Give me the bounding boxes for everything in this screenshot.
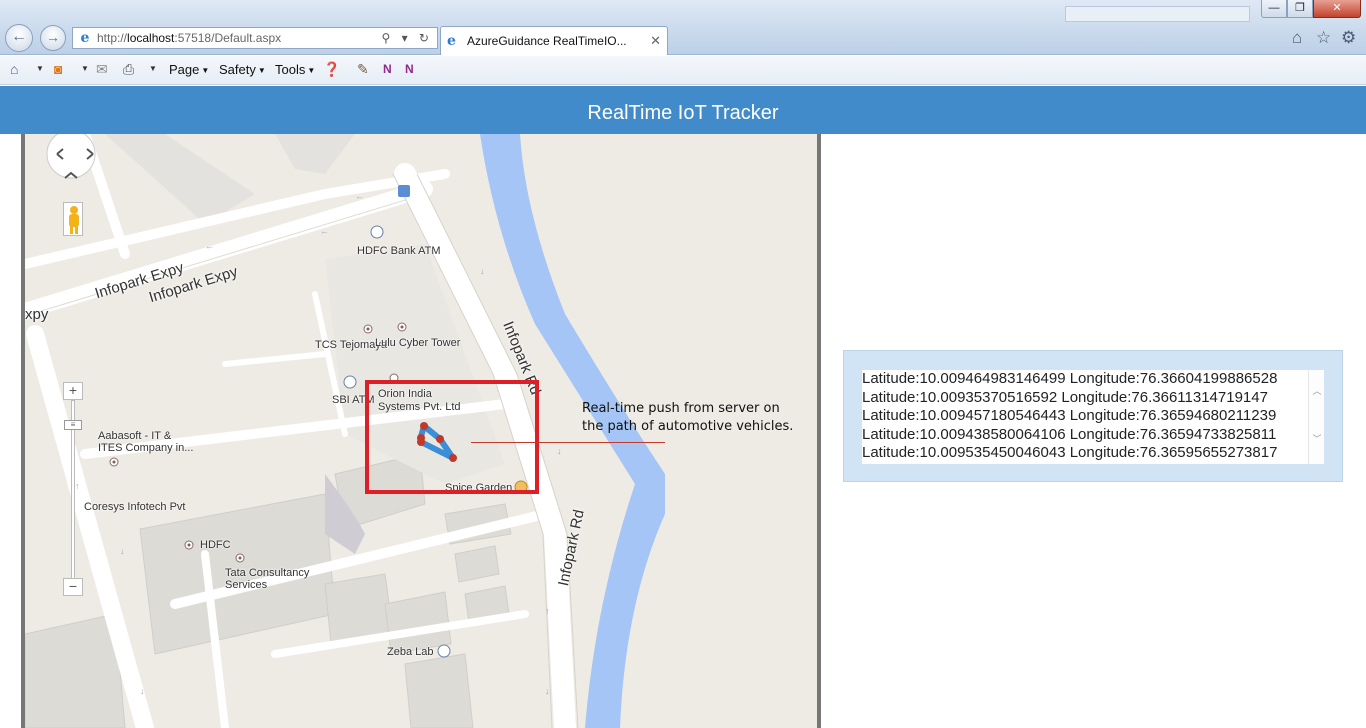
address-tools[interactable]: ⚲ ▾ ↻	[381, 28, 433, 48]
road-label: xpy	[25, 306, 49, 323]
page-header: RealTime IoT Tracker	[0, 86, 1366, 134]
url-protocol: http://	[97, 31, 128, 45]
pegman-icon	[69, 206, 79, 234]
page-title: RealTime IoT Tracker	[587, 102, 779, 124]
svg-text:↓: ↓	[545, 686, 550, 696]
zoom-in-button[interactable]: +	[63, 382, 83, 400]
ie-tab-icon: e	[447, 33, 456, 49]
map-view[interactable]: ← ← ← ↓ ↓ ↑ ↑ ↓ ↓ ↓ Infopark Expy Infopa…	[21, 134, 821, 728]
tab-close-button[interactable]: ✕	[650, 27, 661, 55]
research-icon[interactable]: ✎	[357, 60, 369, 78]
scroll-up-icon[interactable]: ︿	[1309, 384, 1324, 398]
poi-label: HDFC	[200, 539, 231, 551]
poi-label: Tata Consultancy Services	[225, 567, 310, 591]
menu-safety-label: Safety	[219, 62, 256, 77]
coordinate-row[interactable]: Latitude:10.009438580064106 Longitude:76…	[862, 426, 1324, 445]
coordinate-row[interactable]: Latitude:10.009464983146499 Longitude:76…	[862, 370, 1324, 389]
coordinate-row[interactable]: Latitude:10.009457180546443 Longitude:76…	[862, 407, 1324, 426]
onenote-icon[interactable]: N	[383, 60, 392, 78]
poi-label: Aabasoft - IT & ITES Company in...	[98, 430, 194, 454]
ie-logo-icon: e	[80, 30, 90, 46]
poi-label: HDFC Bank ATM	[357, 245, 441, 257]
favorites-star-icon[interactable]: ☆	[1316, 29, 1331, 47]
browser-titlebar: — ❐ ✕ ← → e http://localhost:57518/Defau…	[0, 0, 1366, 55]
pan-control[interactable]	[45, 134, 97, 182]
minimize-button[interactable]: —	[1261, 0, 1287, 18]
svg-text:↓: ↓	[120, 546, 125, 556]
street-view-pegman[interactable]	[63, 202, 83, 236]
svg-text:←: ←	[355, 191, 364, 201]
scroll-down-icon[interactable]: ﹀	[1309, 432, 1324, 446]
parking-lots	[105, 134, 355, 224]
home-icon[interactable]: ⌂	[10, 60, 18, 78]
print-icon[interactable]: ⎙	[123, 60, 134, 78]
command-bar: ⌂ ▼ ◙ ▼ ✉ ⎙ ▼ Page ▼ Safety ▼ Tools ▼ ❓ ✎ N…	[0, 56, 1366, 85]
coordinates-panel: Latitude:10.009464983146499 Longitude:76…	[843, 350, 1343, 482]
poi-label: Coresys Infotech Pvt	[84, 501, 186, 513]
menu-tools[interactable]: Tools ▼	[275, 62, 315, 77]
svg-text:↑: ↑	[545, 606, 550, 616]
home-dropdown-arrow[interactable]: ▼	[36, 64, 44, 73]
callout-line	[471, 442, 665, 443]
mail-icon[interactable]: ✉	[96, 60, 108, 78]
close-window-button[interactable]: ✕	[1313, 0, 1361, 18]
gear-icon[interactable]: ⚙	[1341, 29, 1356, 47]
arrow-left-icon: ←	[11, 28, 27, 45]
url-host: localhost	[127, 31, 175, 45]
menu-page[interactable]: Page ▼	[169, 62, 209, 77]
forward-button[interactable]: →	[40, 25, 66, 51]
address-bar[interactable]: e http://localhost:57518/Default.aspx ⚲ …	[72, 27, 438, 49]
menu-page-label: Page	[169, 62, 200, 77]
help-icon[interactable]: ❓	[323, 60, 340, 78]
svg-text:↓: ↓	[140, 686, 145, 696]
zoom-out-button[interactable]: −	[63, 578, 83, 596]
back-button[interactable]: ←	[5, 24, 33, 52]
highlight-box	[365, 380, 539, 494]
tab-title: AzureGuidance RealTimeIO...	[467, 34, 627, 48]
coordinates-scrollbar[interactable]: ︿ ﹀	[1308, 370, 1324, 464]
svg-text:←: ←	[320, 226, 329, 236]
browser-tab[interactable]: e AzureGuidance RealTimeIO... ✕	[440, 26, 668, 55]
zoom-control: + ≡ −	[63, 382, 83, 602]
menu-tools-label: Tools	[275, 62, 306, 77]
svg-text:↓: ↓	[557, 446, 562, 456]
home-icon[interactable]: ⌂	[1292, 29, 1302, 47]
address-url[interactable]: http://localhost:57518/Default.aspx	[97, 28, 281, 48]
svg-text:↓: ↓	[480, 266, 485, 276]
print-dropdown-arrow[interactable]: ▼	[149, 64, 157, 73]
feeds-dropdown-arrow[interactable]: ▼	[81, 64, 89, 73]
coordinates-listbox[interactable]: Latitude:10.009464983146499 Longitude:76…	[862, 370, 1324, 464]
zoom-slider-thumb[interactable]: ≡	[64, 420, 82, 430]
maximize-button[interactable]: ❐	[1287, 0, 1313, 18]
menu-safety[interactable]: Safety ▼	[219, 62, 266, 77]
coordinate-row[interactable]: Latitude:10.00935370516592 Longitude:76.…	[862, 389, 1324, 408]
callout-text: Real-time push from server on the path o…	[582, 401, 794, 434]
coordinate-row[interactable]: Latitude:10.009535450046043 Longitude:76…	[862, 444, 1324, 463]
pan-control-icon	[46, 134, 96, 179]
poi-label: Zeba Lab	[387, 646, 434, 658]
svg-text:←: ←	[205, 241, 214, 251]
arrow-right-icon: →	[46, 29, 60, 45]
windows-search-box[interactable]	[1065, 6, 1250, 22]
feeds-icon[interactable]: ◙	[54, 60, 62, 78]
poi-label: Lulu Cyber Tower	[375, 337, 461, 349]
url-path: :57518/Default.aspx	[174, 31, 282, 45]
onenote-linked-icon[interactable]: N	[405, 60, 414, 78]
